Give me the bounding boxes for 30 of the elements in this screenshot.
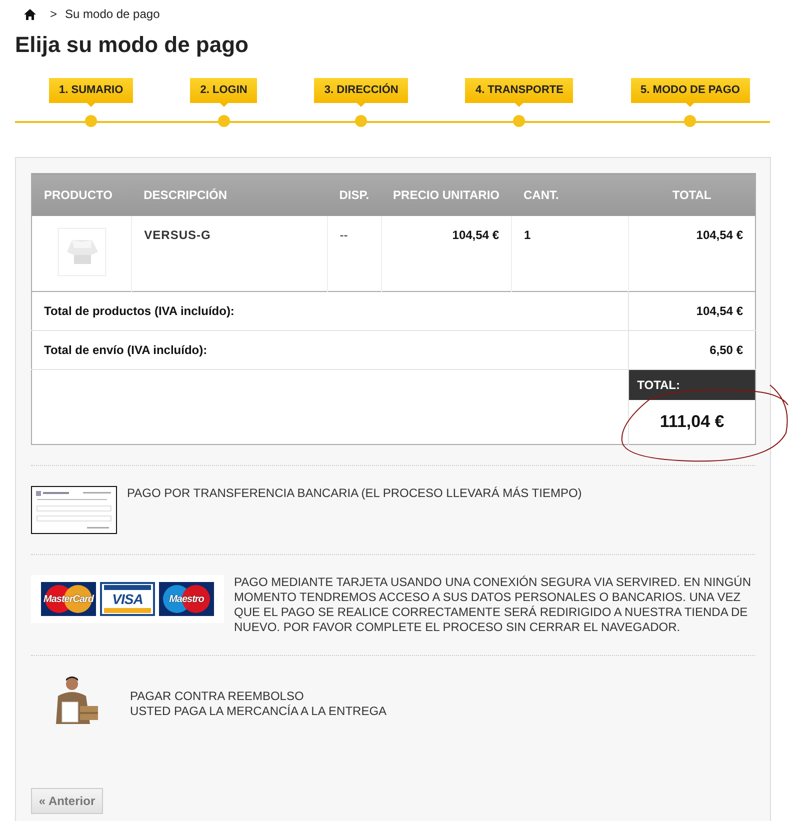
table-cell: 104,54 €: [628, 216, 756, 292]
total-label: TOTAL:: [629, 370, 755, 400]
column-header: PRECIO UNITARIO: [381, 174, 512, 216]
breadcrumb-separator: >: [50, 7, 58, 21]
step-dot: [684, 115, 696, 127]
payment-method-text[interactable]: PAGO POR TRANSFERENCIA BANCARIA (EL PROCESO LLEVARÁ MÁS TIEMPO): [127, 486, 582, 501]
step-dot: [513, 115, 526, 127]
column-header: CANT.: [512, 174, 629, 216]
column-header: DISP.: [327, 174, 382, 216]
step-dot: [355, 115, 368, 127]
summary-value: 104,54 €: [628, 292, 756, 330]
payment-method-text[interactable]: PAGO MEDIANTE TARJETA USANDO UNA CONEXIÓN SEGURA VIA SERVIRED. EN NINGÚN MOMENTO TENDREMOS ACCESO A SUS DATOS PERSONALES O BANCARIOS. UNA VEZ QUE EL PAGO SE REALICE CORRECTAMENTE SERÁ REDIRIGIDO A NUESTRA TIENDA DE NUEVO. POR FAVOR COMPLETE EL PROCESO SIN CERRAR EL NAVEGADOR.: [234, 575, 755, 635]
column-header: TOTAL: [628, 174, 756, 216]
column-header: PRODUCTO: [32, 174, 132, 216]
column-header: DESCRIPCIÓN: [132, 174, 328, 216]
step-dot: [85, 115, 98, 127]
table-cell: 104,54 €: [381, 216, 512, 292]
summary-label: Total de envío (IVA incluído):: [32, 330, 629, 370]
table-cell: 1: [512, 216, 629, 292]
payment-method-text[interactable]: USTED PAGA LA MERCANCÍA A LA ENTREGA: [130, 704, 387, 719]
breadcrumb-current: Su modo de pago: [65, 7, 160, 21]
step-dot: [218, 115, 230, 127]
card-logo: VISA: [100, 582, 155, 616]
page-title: Elija su modo de pago: [15, 32, 250, 58]
total-value: 111,04 €: [658, 411, 726, 433]
home-icon[interactable]: [24, 8, 36, 20]
payment-method-text[interactable]: PAGAR CONTRA REEMBOLSO: [130, 689, 387, 704]
summary-label: Total de productos (IVA incluído):: [32, 292, 629, 330]
table-cell: --: [327, 216, 382, 292]
table-cell: VERSUS-G: [132, 216, 328, 292]
